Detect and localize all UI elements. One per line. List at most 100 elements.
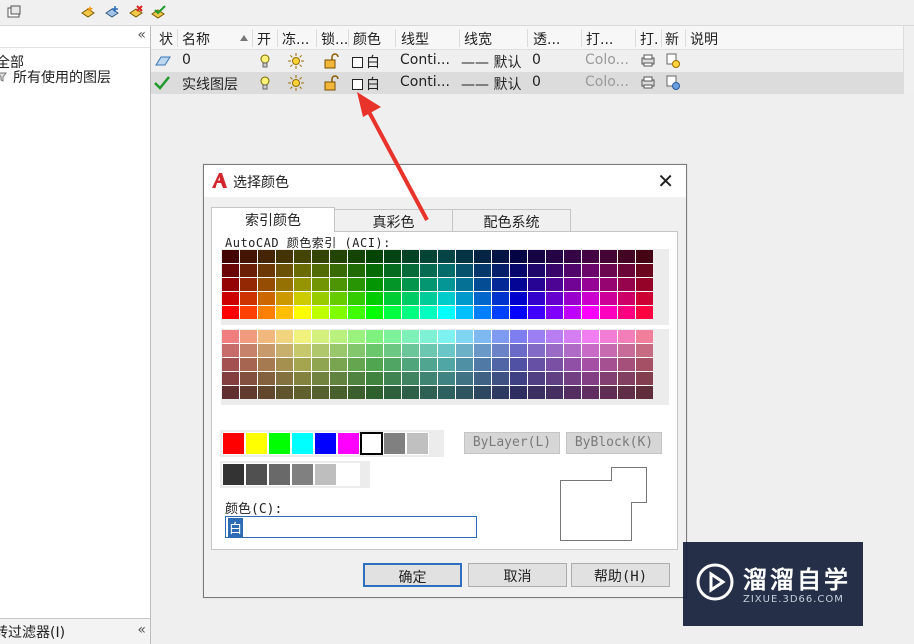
aci-color-cell[interactable] <box>402 292 419 305</box>
standard-color-swatch[interactable] <box>222 432 245 455</box>
aci-color-cell[interactable] <box>456 292 473 305</box>
aci-color-cell[interactable] <box>510 386 527 399</box>
aci-color-cell[interactable] <box>294 250 311 263</box>
aci-color-cell[interactable] <box>240 250 257 263</box>
aci-color-cell[interactable] <box>366 358 383 371</box>
aci-color-cell[interactable] <box>564 264 581 277</box>
aci-color-cell[interactable] <box>528 386 545 399</box>
aci-color-cell[interactable] <box>510 264 527 277</box>
aci-color-cell[interactable] <box>456 358 473 371</box>
aci-color-cell[interactable] <box>636 372 653 385</box>
aci-color-cell[interactable] <box>330 344 347 357</box>
aci-color-cell[interactable] <box>618 358 635 371</box>
aci-color-cell[interactable] <box>618 330 635 343</box>
aci-color-cell[interactable] <box>618 250 635 263</box>
aci-color-cell[interactable] <box>258 306 275 319</box>
aci-color-cell[interactable] <box>618 372 635 385</box>
aci-color-cell[interactable] <box>618 306 635 319</box>
aci-color-cell[interactable] <box>312 292 329 305</box>
aci-color-cell[interactable] <box>636 292 653 305</box>
standard-color-swatch[interactable] <box>291 463 314 486</box>
aci-color-cell[interactable] <box>582 330 599 343</box>
aci-color-cell[interactable] <box>636 386 653 399</box>
aci-color-cell[interactable] <box>258 330 275 343</box>
aci-color-cell[interactable] <box>420 250 437 263</box>
aci-color-cell[interactable] <box>348 292 365 305</box>
aci-color-cell[interactable] <box>438 306 455 319</box>
aci-color-cell[interactable] <box>222 292 239 305</box>
aci-color-cell[interactable] <box>492 344 509 357</box>
standard-color-swatch[interactable] <box>245 463 268 486</box>
aci-color-cell[interactable] <box>240 264 257 277</box>
help-button[interactable]: 帮助(H) <box>571 563 670 587</box>
new-viewport-freeze-icon[interactable] <box>666 75 680 90</box>
new-layer-icon[interactable] <box>80 4 96 20</box>
aci-color-cell[interactable] <box>600 292 617 305</box>
bulb-on-icon[interactable] <box>260 75 270 91</box>
aci-color-cell[interactable] <box>492 306 509 319</box>
unlocked-icon[interactable] <box>323 75 339 91</box>
aci-color-cell[interactable] <box>528 358 545 371</box>
aci-color-cell[interactable] <box>330 330 347 343</box>
aci-color-cell[interactable] <box>240 358 257 371</box>
aci-color-cell[interactable] <box>456 386 473 399</box>
aci-color-cell[interactable] <box>528 330 545 343</box>
aci-color-cell[interactable] <box>294 278 311 291</box>
aci-color-cell[interactable] <box>510 344 527 357</box>
aci-color-cell[interactable] <box>312 330 329 343</box>
aci-color-cell[interactable] <box>222 344 239 357</box>
aci-color-cell[interactable] <box>438 372 455 385</box>
aci-color-cell[interactable] <box>402 250 419 263</box>
aci-color-cell[interactable] <box>384 292 401 305</box>
aci-color-cell[interactable] <box>546 264 563 277</box>
standard-color-swatch[interactable] <box>291 432 314 455</box>
close-icon[interactable]: ✕ <box>657 169 674 193</box>
aci-color-cell[interactable] <box>366 278 383 291</box>
aci-color-cell[interactable] <box>312 250 329 263</box>
aci-color-cell[interactable] <box>384 344 401 357</box>
aci-color-cell[interactable] <box>474 292 491 305</box>
col-on[interactable]: 开 <box>257 29 271 49</box>
aci-color-cell[interactable] <box>420 344 437 357</box>
aci-color-cell[interactable] <box>312 344 329 357</box>
tab-index-color[interactable]: 索引颜色 <box>211 207 335 232</box>
aci-color-cell[interactable] <box>528 292 545 305</box>
aci-color-cell[interactable] <box>510 278 527 291</box>
aci-color-cell[interactable] <box>528 278 545 291</box>
aci-color-cell[interactable] <box>618 278 635 291</box>
aci-color-cell[interactable] <box>384 330 401 343</box>
sun-thawed-icon[interactable] <box>288 75 304 91</box>
col-status[interactable]: 状 <box>159 29 173 49</box>
aci-color-cell[interactable] <box>276 250 293 263</box>
aci-color-cell[interactable] <box>402 278 419 291</box>
aci-color-cell[interactable] <box>528 306 545 319</box>
aci-color-cell[interactable] <box>222 358 239 371</box>
collapse-panel-button[interactable]: « <box>137 27 146 43</box>
layer-row[interactable]: 0 白 Conti... —— 默认 0 Colo... <box>151 50 903 72</box>
aci-color-cell[interactable] <box>492 278 509 291</box>
aci-color-cell[interactable] <box>294 358 311 371</box>
col-color[interactable]: 颜色 <box>353 29 381 49</box>
aci-color-cell[interactable] <box>546 386 563 399</box>
aci-color-cell[interactable] <box>366 292 383 305</box>
layer-lineweight[interactable]: —— 默认 <box>461 74 521 94</box>
aci-color-cell[interactable] <box>438 264 455 277</box>
standard-color-swatch[interactable] <box>360 432 383 455</box>
aci-color-cell[interactable] <box>582 344 599 357</box>
aci-color-cell[interactable] <box>600 358 617 371</box>
aci-color-cell[interactable] <box>600 330 617 343</box>
aci-color-cell[interactable] <box>510 372 527 385</box>
delete-layer-icon[interactable] <box>128 4 144 20</box>
aci-color-cell[interactable] <box>276 330 293 343</box>
aci-color-cell[interactable] <box>474 264 491 277</box>
aci-color-cell[interactable] <box>510 330 527 343</box>
aci-color-cell[interactable] <box>420 278 437 291</box>
aci-color-cell[interactable] <box>330 292 347 305</box>
aci-color-cell[interactable] <box>348 306 365 319</box>
aci-color-cell[interactable] <box>564 278 581 291</box>
aci-color-cell[interactable] <box>582 358 599 371</box>
aci-color-cell[interactable] <box>456 250 473 263</box>
aci-color-cell[interactable] <box>348 278 365 291</box>
aci-color-cell[interactable] <box>276 306 293 319</box>
aci-color-cell[interactable] <box>366 330 383 343</box>
